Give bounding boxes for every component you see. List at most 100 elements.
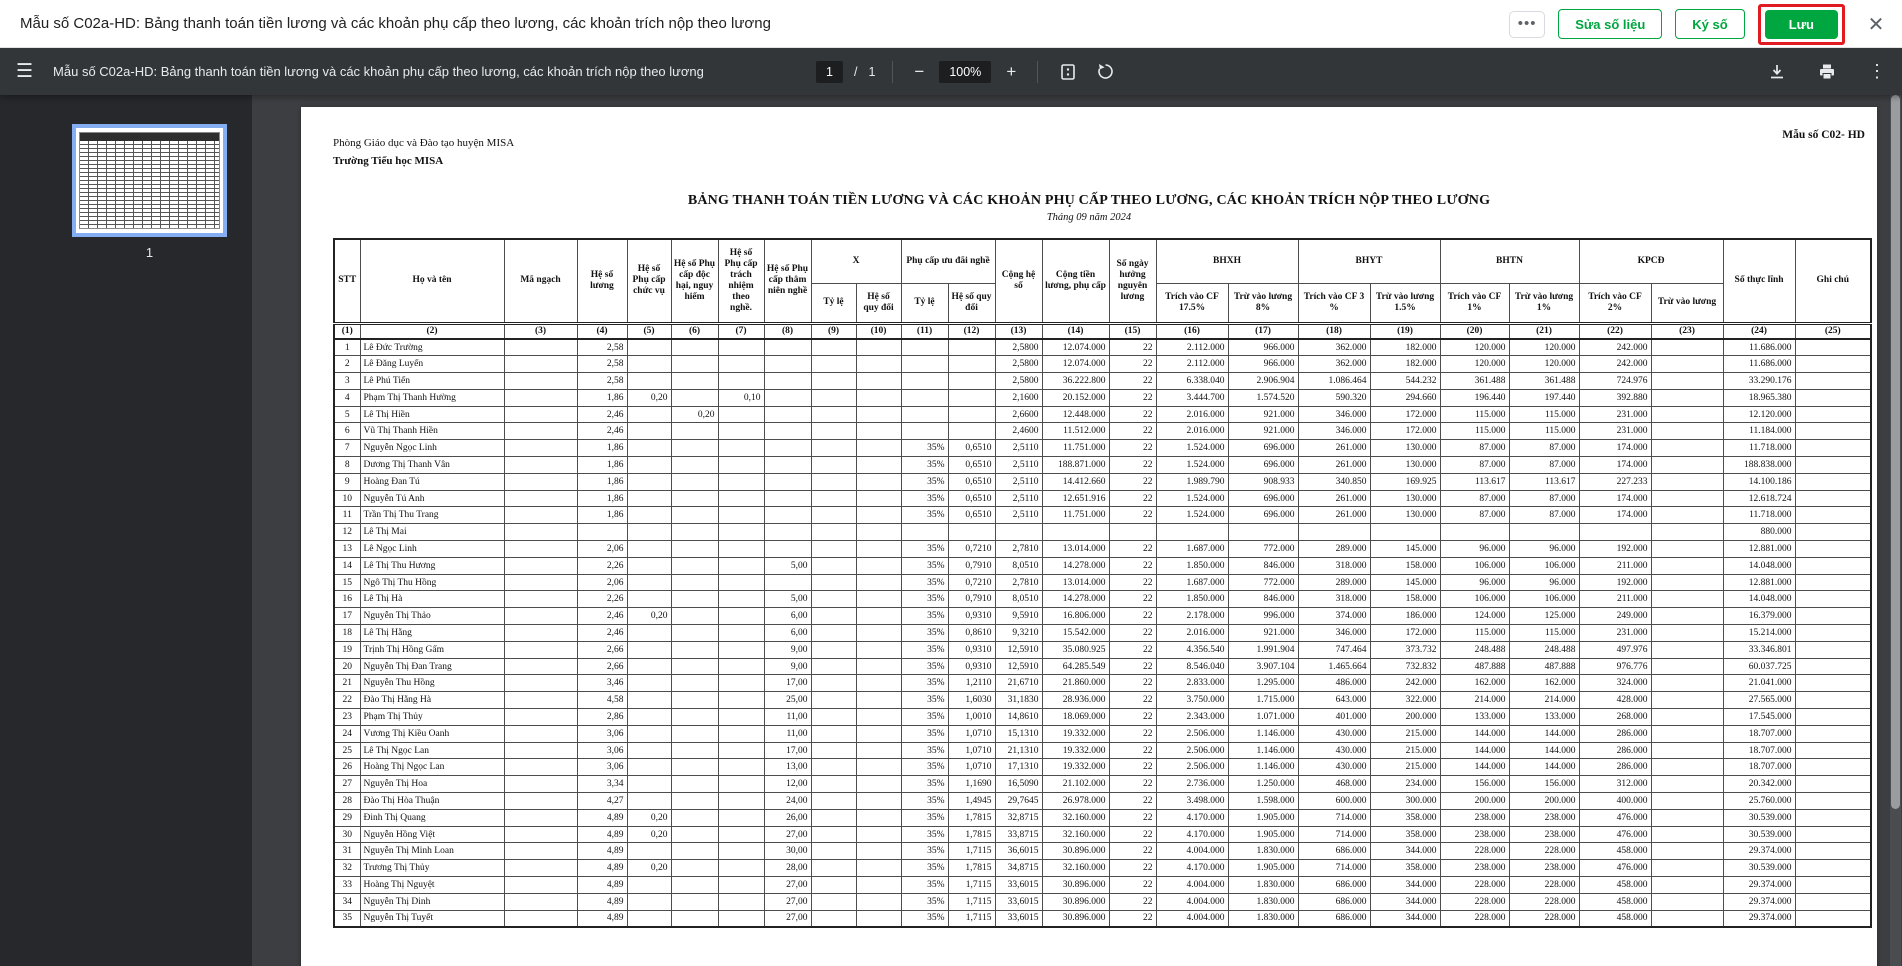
table-cell: 590.320 (1297, 388, 1371, 407)
table-cell: 28 (333, 792, 361, 810)
column-number: (7) (717, 321, 765, 340)
fit-page-icon[interactable] (1055, 63, 1081, 81)
table-cell (1794, 489, 1872, 508)
page-thumbnail[interactable] (72, 124, 227, 237)
employee-name-cell: Vũ Thị Thanh Hiền (359, 422, 505, 441)
table-cell: 106.000 (1439, 590, 1510, 609)
employee-name-cell: Hoàng Đan Tú (359, 472, 505, 491)
table-cell (670, 372, 719, 390)
table-cell: 0,7910 (947, 556, 996, 575)
table-cell: 300.000 (1369, 792, 1441, 810)
table-cell (670, 657, 719, 676)
table-cell (670, 573, 719, 592)
table-cell: 11.718.000 (1722, 506, 1796, 525)
table-cell: 145.000 (1369, 573, 1441, 592)
group-bhyt: BHYT (1297, 238, 1441, 284)
table-cell (503, 573, 578, 592)
table-cell: 1,86 (576, 489, 628, 508)
table-cell: 686.000 (1297, 842, 1371, 861)
table-cell: 31,1830 (994, 691, 1043, 710)
table-cell (670, 355, 719, 374)
kebab-menu-icon[interactable]: ⋮ (1864, 61, 1890, 82)
employee-name-cell: Nguyễn Hồng Việt (359, 825, 505, 844)
table-cell: 0,6510 (947, 506, 996, 525)
table-cell: 1,7815 (947, 859, 996, 877)
zoom-out-button[interactable]: − (910, 62, 928, 82)
table-cell (626, 758, 672, 777)
table-cell: 458.000 (1578, 842, 1652, 861)
table-row: 35 Nguyễn Thị Tuyết 4,89 27,00 35% 1,7115 33,6… (333, 909, 1872, 928)
table-cell: 27,00 (763, 892, 812, 911)
table-cell (503, 355, 578, 374)
table-cell (670, 909, 719, 928)
table-cell: 732.832 (1369, 657, 1441, 676)
table-cell: 22 (1108, 859, 1157, 877)
table-cell: 23 (333, 708, 361, 726)
table-cell: 24 (333, 724, 361, 743)
table-cell: 1.830.000 (1227, 892, 1299, 911)
scrollbar-thumb[interactable] (1891, 95, 1900, 810)
menu-icon[interactable]: ☰ (16, 60, 33, 83)
table-cell (1650, 456, 1724, 474)
table-cell: 1,0710 (947, 741, 996, 760)
table-cell: 0,7910 (947, 590, 996, 609)
vertical-scrollbar[interactable] (1890, 95, 1901, 966)
table-cell (503, 388, 578, 407)
table-cell: 373.732 (1369, 640, 1441, 659)
table-cell: 30.896.000 (1041, 909, 1110, 928)
table-cell: 158.000 (1369, 556, 1441, 575)
table-cell (1297, 523, 1371, 542)
table-cell (503, 842, 578, 861)
table-row: 16 Lê Thị Hà 2,26 5,00 35% 0,7910 8,0510 14.278… (333, 590, 1872, 609)
table-cell (717, 523, 765, 542)
download-icon[interactable] (1764, 63, 1790, 81)
table-cell (1794, 876, 1872, 894)
zoom-level[interactable]: 100% (939, 60, 992, 83)
table-cell (947, 422, 996, 441)
close-icon[interactable]: ✕ (1864, 12, 1888, 37)
table-cell: 286.000 (1578, 758, 1652, 777)
table-cell (626, 724, 672, 743)
table-cell: 115.000 (1439, 624, 1510, 642)
zoom-in-button[interactable]: + (1002, 62, 1020, 82)
table-cell: 106.000 (1508, 556, 1580, 575)
table-cell: 35% (900, 758, 949, 777)
table-cell: 22 (1108, 758, 1157, 777)
table-cell: 22 (1108, 909, 1157, 928)
page-number-input[interactable]: 1 (816, 60, 843, 83)
table-cell: 430.000 (1297, 758, 1371, 777)
table-cell (670, 892, 719, 911)
column-number: (18) (1297, 321, 1371, 340)
table-cell: 714.000 (1297, 808, 1371, 827)
table-cell: 21 (333, 674, 361, 693)
table-cell: 172.000 (1369, 422, 1441, 441)
table-cell: 248.488 (1439, 640, 1510, 659)
column-number: (20) (1439, 321, 1510, 340)
table-cell: 362.000 (1297, 338, 1371, 357)
table-cell (763, 422, 812, 441)
table-cell (1794, 556, 1872, 575)
table-cell: 358.000 (1369, 859, 1441, 877)
column-number: (9) (810, 321, 857, 340)
table-cell (626, 405, 672, 424)
table-cell (1650, 758, 1724, 777)
table-cell (717, 691, 765, 710)
table-cell: 2.506.000 (1155, 741, 1229, 760)
table-cell: 2.016.000 (1155, 624, 1229, 642)
table-cell (1794, 859, 1872, 877)
edit-data-button[interactable]: Sửa số liệu (1558, 9, 1663, 39)
table-cell: 2.506.000 (1155, 758, 1229, 777)
print-icon[interactable] (1814, 63, 1840, 81)
table-cell: 487.888 (1508, 657, 1580, 676)
more-options-button[interactable]: ••• (1509, 10, 1546, 38)
digital-sign-button[interactable]: Ký số (1675, 9, 1745, 39)
col-kpcd-cf: Trích vào CF 2% (1578, 282, 1652, 324)
table-cell: 2.343.000 (1155, 708, 1229, 726)
table-cell (503, 590, 578, 609)
rotate-icon[interactable] (1092, 62, 1119, 81)
table-cell (1794, 523, 1872, 542)
save-button[interactable]: Lưu (1764, 9, 1838, 39)
table-cell: 2.178.000 (1155, 607, 1229, 626)
table-row: 10 Nguyễn Tú Anh 1,86 35% 0,6510 2,5110 12.651… (333, 489, 1872, 508)
table-cell: 0,10 (717, 388, 765, 407)
